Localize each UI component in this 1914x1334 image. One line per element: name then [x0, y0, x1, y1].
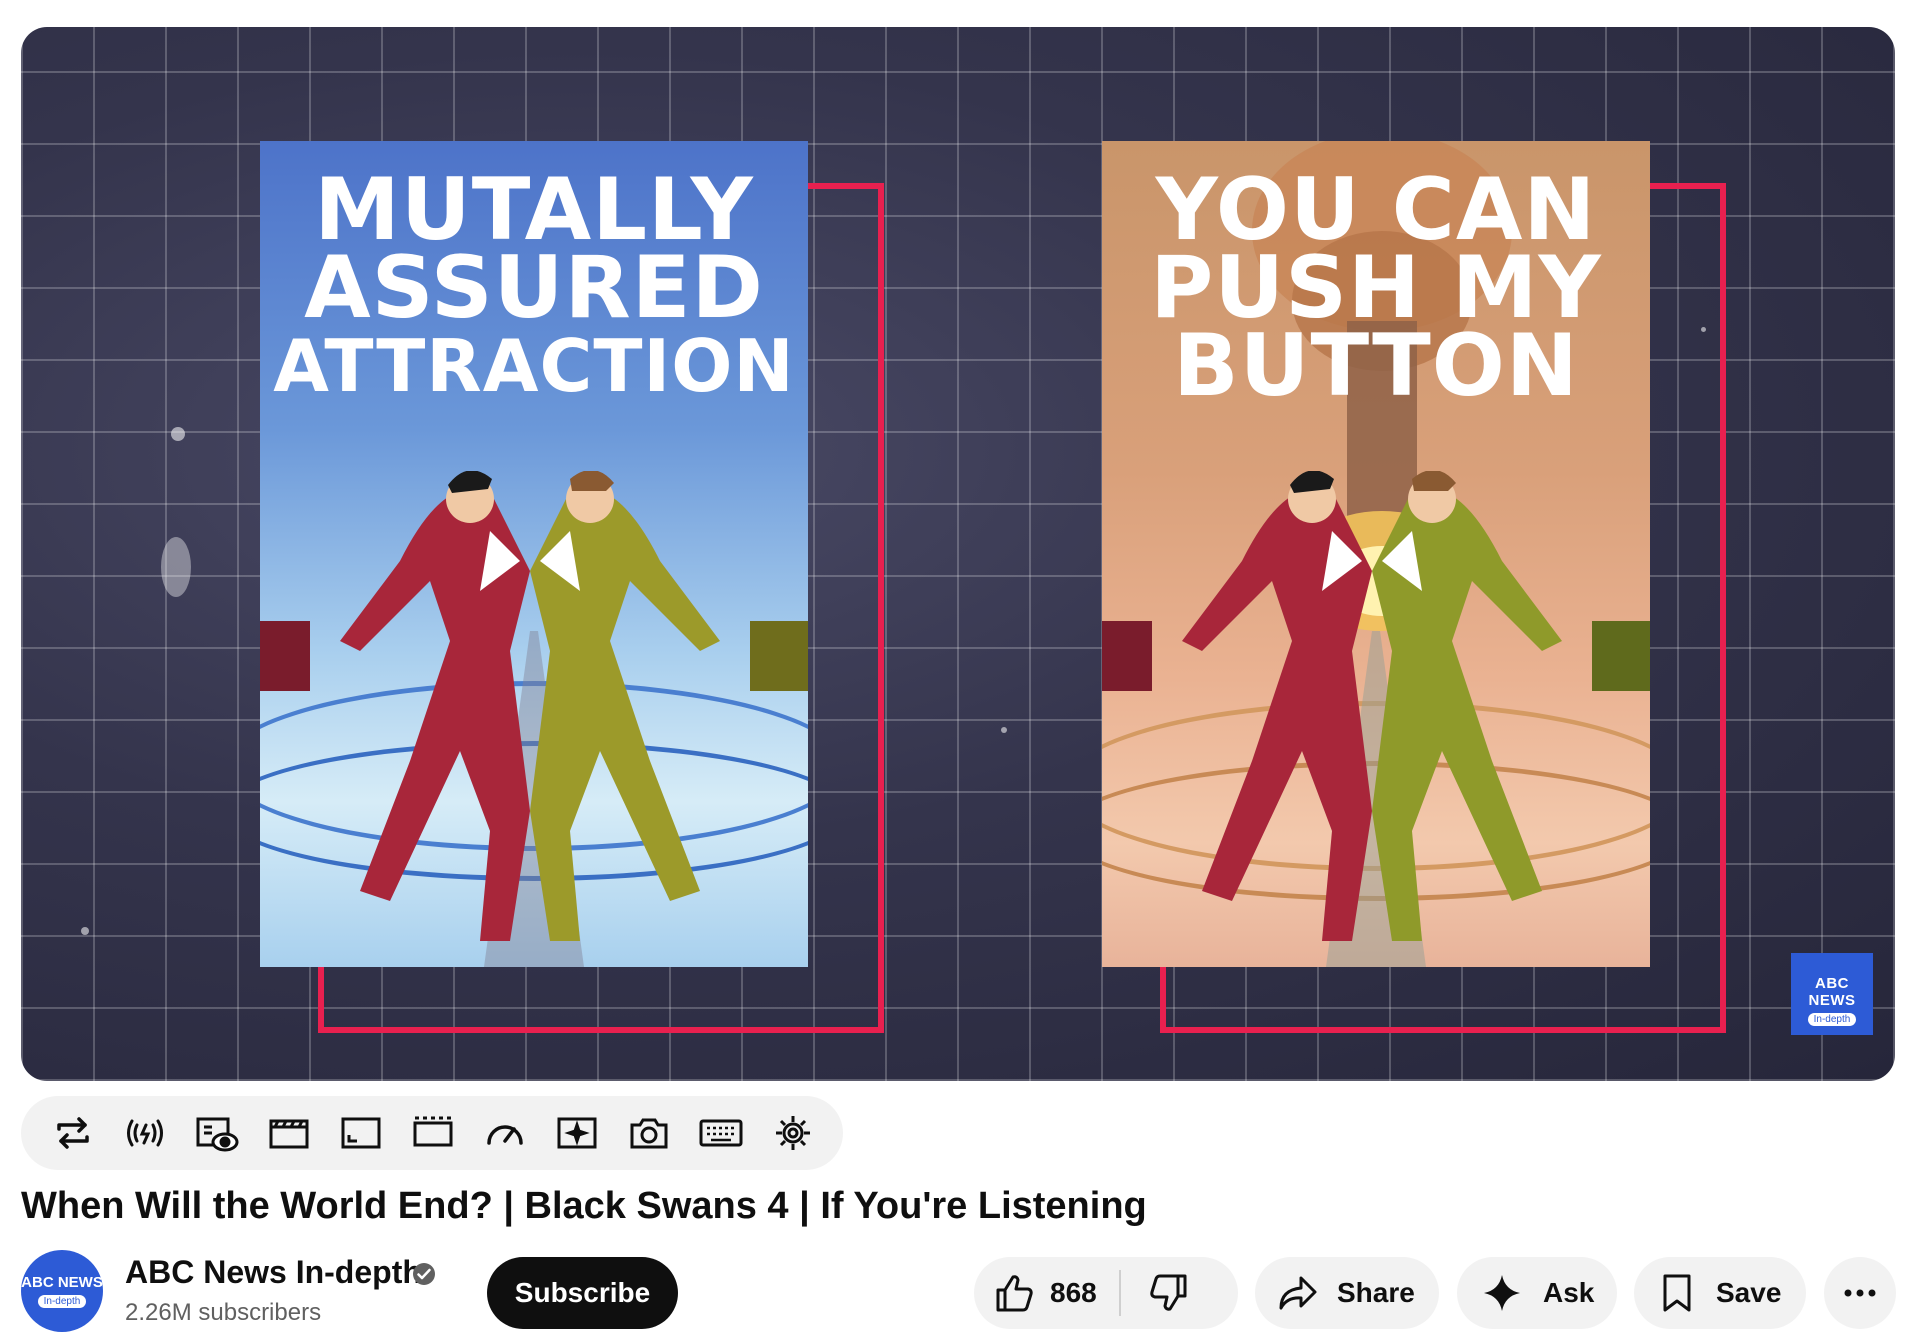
subscriber-count: 2.26M subscribers	[125, 1299, 322, 1326]
dueling-businessmen-illustration	[1102, 471, 1650, 941]
avatar-line-1: ABC NEWS	[21, 1274, 103, 1291]
texture-speck	[1001, 727, 1007, 733]
video-player[interactable]: MUTALLY ASSURED ATTRACTION YOU CAN PUSH …	[21, 27, 1895, 1081]
poster-left-title: MUTALLY ASSURED ATTRACTION	[260, 167, 808, 408]
watch-later-icon[interactable]	[191, 1107, 243, 1159]
avatar-line-2: In-depth	[37, 1295, 87, 1308]
ask-label: Ask	[1543, 1277, 1595, 1308]
verified-badge-icon	[413, 1263, 435, 1285]
settings-gear-icon[interactable]	[767, 1107, 819, 1159]
thumbs-down-icon	[1150, 1274, 1187, 1311]
picture-in-picture-icon[interactable]	[335, 1107, 387, 1159]
texture-speck	[171, 427, 185, 441]
like-count: 868	[1050, 1277, 1097, 1308]
poster-mutally-assured: MUTALLY ASSURED ATTRACTION	[260, 141, 808, 967]
sparkle-icon	[1484, 1275, 1520, 1311]
keyboard-icon[interactable]	[695, 1107, 747, 1159]
clapperboard-icon[interactable]	[263, 1107, 315, 1159]
bookmark-icon	[1663, 1274, 1691, 1312]
save-button[interactable]: Save	[1634, 1257, 1806, 1329]
channel-avatar[interactable]: ABC NEWS In-depth	[21, 1250, 103, 1332]
channel-name[interactable]: ABC News In-depth	[125, 1253, 422, 1291]
thumbs-up-icon	[996, 1275, 1033, 1312]
subscribe-button[interactable]: Subscribe	[487, 1257, 678, 1329]
more-horizontal-icon	[1844, 1289, 1876, 1297]
speed-gauge-icon[interactable]	[479, 1107, 531, 1159]
poster-right-title: YOU CAN PUSH MY BUTTON	[1102, 167, 1650, 416]
loop-icon[interactable]	[47, 1107, 99, 1159]
live-broadcast-icon[interactable]	[119, 1107, 171, 1159]
like-button[interactable]: 868	[994, 1257, 1119, 1329]
poster-left-line-3: ATTRACTION	[273, 324, 795, 408]
abc-news-watermark: ABC NEWS In-depth	[1791, 953, 1873, 1035]
share-arrow-icon	[1279, 1276, 1317, 1310]
ask-button[interactable]: Ask	[1457, 1257, 1617, 1329]
like-dislike-group: 868	[974, 1257, 1238, 1329]
watermark-line-2: In-depth	[1807, 1013, 1857, 1026]
share-label: Share	[1337, 1277, 1415, 1308]
extension-toolbar	[21, 1096, 843, 1170]
dueling-businessmen-illustration	[260, 471, 808, 941]
texture-speck	[161, 537, 191, 597]
dislike-button[interactable]	[1121, 1257, 1189, 1329]
save-label: Save	[1716, 1277, 1782, 1308]
poster-push-my-button: YOU CAN PUSH MY BUTTON	[1102, 141, 1650, 967]
screenshot-camera-icon[interactable]	[623, 1107, 675, 1159]
texture-speck	[81, 927, 89, 935]
poster-left-line-2: ASSURED	[304, 238, 764, 338]
theater-mode-icon[interactable]	[407, 1107, 459, 1159]
share-button[interactable]: Share	[1255, 1257, 1439, 1329]
sparkle-card-icon[interactable]	[551, 1107, 603, 1159]
video-title: When Will the World End? | Black Swans 4…	[21, 1185, 1147, 1227]
watermark-line-1: ABC NEWS	[1808, 975, 1856, 1009]
more-actions-button[interactable]	[1824, 1257, 1896, 1329]
poster-right-line-3: BUTTON	[1173, 316, 1579, 416]
